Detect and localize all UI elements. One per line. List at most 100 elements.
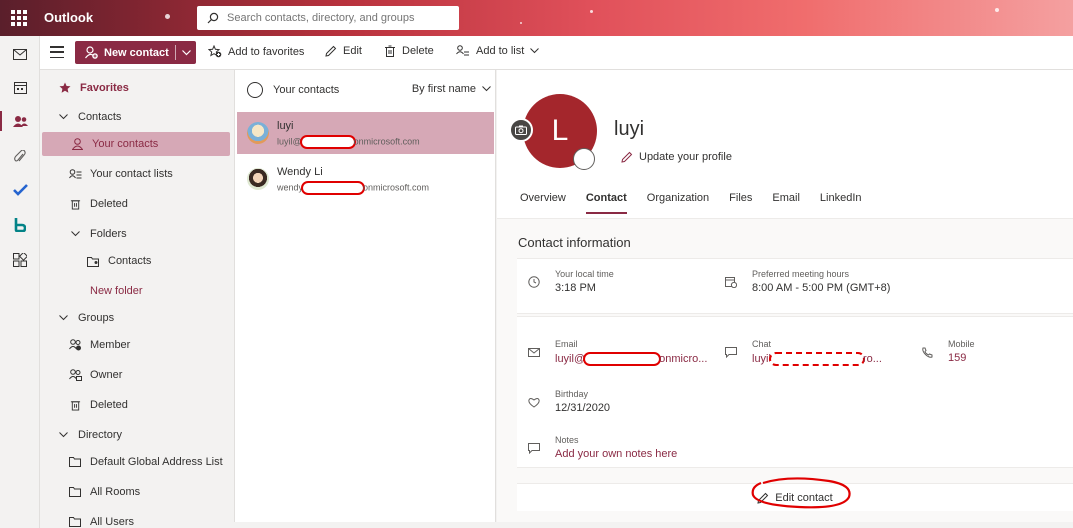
local-time-label: Your local time <box>555 269 614 279</box>
birthday-icon <box>527 395 541 409</box>
nav-groups-label: Groups <box>78 312 115 324</box>
add-to-list-label: Add to list <box>476 45 525 57</box>
nav-contacts-label: Contacts <box>78 111 122 123</box>
mail-icon[interactable] <box>10 44 30 64</box>
nav-owner-label: Owner <box>90 369 123 381</box>
group-owner-icon <box>68 368 82 382</box>
tab-overview[interactable]: Overview <box>520 192 566 216</box>
redaction-mark <box>768 352 865 366</box>
bookings-icon[interactable] <box>10 214 30 234</box>
chevron-down-icon <box>68 227 82 241</box>
contact-details-card: Email luyil@ onmicro... Chat luyil ro... Mob… <box>517 316 1073 468</box>
nav-folders[interactable]: Folders <box>40 222 233 246</box>
nav-owner[interactable]: Owner <box>40 363 233 387</box>
add-to-list-button[interactable]: Add to list <box>456 45 540 57</box>
nav-groups-deleted-label: Deleted <box>90 399 128 411</box>
new-contact-button[interactable]: New contact <box>75 41 196 64</box>
nav-folder-contacts[interactable]: Contacts <box>40 249 233 273</box>
phone-icon <box>920 345 934 359</box>
nav-member[interactable]: Member <box>40 333 233 357</box>
nav-groups-deleted[interactable]: Deleted <box>40 393 233 417</box>
edit-contact-button[interactable]: Edit contact <box>517 483 1073 511</box>
contact-name: Wendy Li <box>277 166 323 178</box>
chevron-down-icon <box>56 311 70 325</box>
delete-button[interactable]: Delete <box>384 45 434 57</box>
nav-your-contact-lists-label: Your contact lists <box>90 168 173 180</box>
new-folder-link[interactable]: New folder <box>40 279 233 303</box>
folder-icon <box>68 455 82 469</box>
calendar-clock-icon <box>724 275 738 289</box>
nav-favorites-label: Favorites <box>80 82 129 94</box>
chat-label: Chat <box>752 339 772 349</box>
new-contact-main[interactable]: New contact <box>75 46 175 59</box>
add-notes-link[interactable]: Add your own notes here <box>555 448 677 460</box>
contact-photo-avatar <box>247 122 269 144</box>
nav-deleted[interactable]: Deleted <box>40 192 233 216</box>
background-sparkle <box>995 8 999 12</box>
contact-email-suffix: onmicrosoft.com <box>353 136 420 147</box>
contact-list-icon <box>68 167 82 181</box>
nav-member-label: Member <box>90 339 131 351</box>
calendar-icon[interactable] <box>10 77 30 97</box>
search-input[interactable] <box>227 12 447 24</box>
nav-default-gal[interactable]: Default Global Address List <box>40 450 233 474</box>
mobile-value[interactable]: 159 <box>948 352 975 364</box>
clock-icon <box>527 275 541 289</box>
new-contact-label: New contact <box>104 46 169 59</box>
nav-your-contacts[interactable]: Your contacts <box>42 132 230 156</box>
app-title[interactable]: Outlook <box>44 10 93 25</box>
search-box[interactable] <box>197 6 459 30</box>
email-suffix: onmicro... <box>659 352 708 365</box>
nav-favorites[interactable]: Favorites <box>40 76 233 100</box>
navigation-pane: Favorites Contacts Your contacts Your co… <box>40 70 233 528</box>
update-profile-link[interactable]: Update your profile <box>621 151 732 163</box>
email-value[interactable]: luyil@ onmicro... <box>555 352 707 366</box>
hamburger-menu-icon[interactable] <box>50 46 64 58</box>
todo-icon[interactable] <box>10 180 30 200</box>
contact-row[interactable]: luyi luyil@ onmicrosoft.com <box>237 112 494 154</box>
avatar-initial: L <box>551 114 569 147</box>
tab-files[interactable]: Files <box>729 192 752 216</box>
nav-your-contact-lists[interactable]: Your contact lists <box>40 162 233 186</box>
tab-contact[interactable]: Contact <box>585 192 627 216</box>
profile-tabs: Overview Contact Organization Files Emai… <box>520 192 882 216</box>
nav-contacts[interactable]: Contacts <box>40 105 233 129</box>
contact-detail-pane: L luyi Update your profile Overview Cont… <box>497 70 1073 522</box>
chevron-down-icon <box>56 428 70 442</box>
nav-groups[interactable]: Groups <box>40 306 233 330</box>
trash-icon <box>385 45 395 57</box>
tab-organization[interactable]: Organization <box>647 192 709 216</box>
nav-all-users[interactable]: All Users <box>40 510 233 528</box>
sort-dropdown[interactable]: By first name <box>412 83 491 95</box>
chat-value[interactable]: luyil ro... <box>752 352 882 366</box>
search-icon <box>207 12 219 24</box>
add-to-favorites-button[interactable]: Add to favorites <box>208 45 304 58</box>
nav-directory[interactable]: Directory <box>40 423 233 447</box>
people-icon[interactable] <box>0 111 30 131</box>
edit-button[interactable]: Edit <box>325 45 362 57</box>
attachment-icon[interactable] <box>10 147 30 167</box>
app-launcher-icon[interactable] <box>8 8 28 28</box>
select-all-checkbox[interactable] <box>247 82 263 98</box>
contact-row[interactable]: Wendy Li wendy onmicrosoft.com <box>237 158 494 200</box>
apps-icon[interactable] <box>10 250 30 270</box>
nav-all-rooms-label: All Rooms <box>90 486 141 498</box>
birthday-field: Birthday 12/31/2020 <box>527 389 610 414</box>
notes-field: Notes Add your own notes here <box>527 435 677 460</box>
nav-all-rooms[interactable]: All Rooms <box>40 480 233 504</box>
list-title: Your contacts <box>273 84 340 96</box>
tab-linkedin[interactable]: LinkedIn <box>820 192 862 216</box>
redaction-mark <box>301 181 366 195</box>
mobile-label: Mobile <box>948 339 975 349</box>
mobile-field: Mobile 159 <box>920 339 975 364</box>
star-icon <box>58 81 72 95</box>
add-person-icon <box>85 46 98 59</box>
background-sparkle <box>590 10 593 13</box>
person-icon <box>70 137 84 151</box>
new-contact-dropdown[interactable] <box>176 49 196 56</box>
notes-label: Notes <box>555 435 579 445</box>
camera-icon[interactable] <box>509 118 533 142</box>
pencil-icon <box>621 151 633 163</box>
chevron-down-icon <box>482 86 491 92</box>
tab-email[interactable]: Email <box>772 192 800 216</box>
